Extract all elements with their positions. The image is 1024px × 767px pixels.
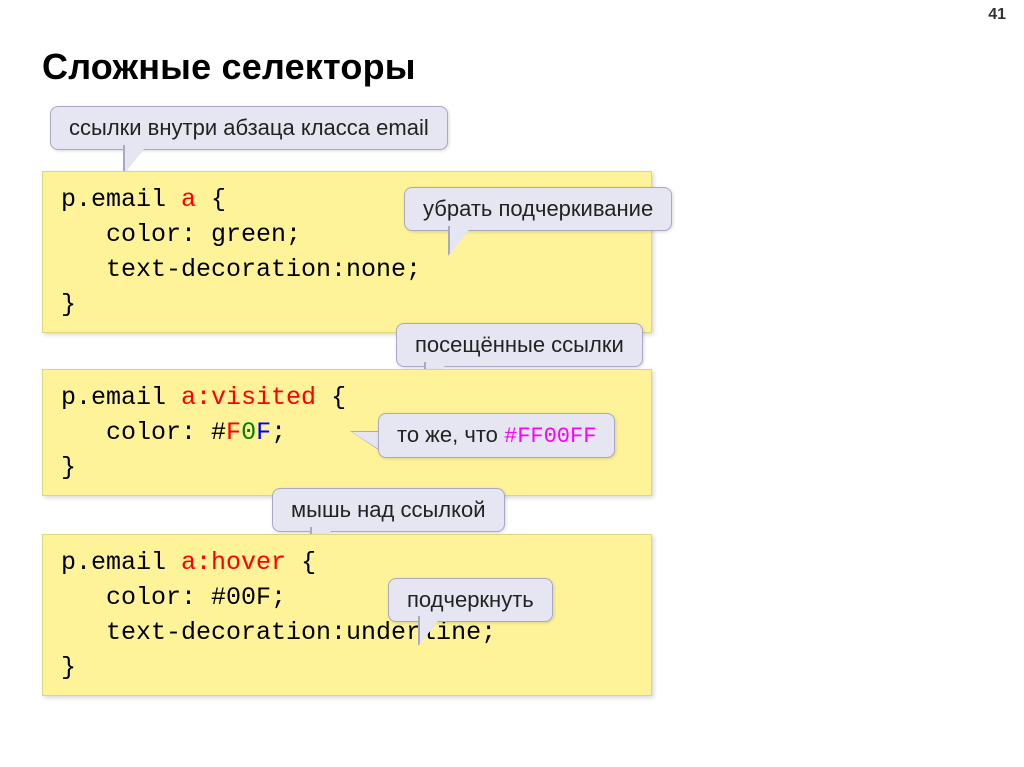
code-block-3: p.email a:hover { color: #00F; text-deco… (42, 534, 652, 696)
callout-underline: подчеркнуть (388, 578, 553, 622)
code-text: } (61, 453, 76, 482)
callout-links-inside-paragraph: ссылки внутри абзаца класса email (50, 106, 448, 150)
callout-tail (450, 226, 472, 254)
callout-hex-code: #FF00FF (504, 424, 596, 449)
code-selector-a: a (181, 185, 196, 214)
slide: 41 Сложные селекторы ссылки внутри абзац… (0, 0, 1024, 767)
code-hex-g: 0 (241, 418, 256, 447)
callout-visited-links: посещённые ссылки (396, 323, 643, 367)
callout-tail (352, 432, 380, 450)
code-text: } (61, 290, 76, 319)
callout-same-as-ff00ff: то же, что #FF00FF (378, 413, 615, 458)
code-text: color: (61, 418, 211, 447)
callout-text: посещённые ссылки (415, 332, 624, 357)
code-selector-visited: a:visited (181, 383, 316, 412)
code-selector-hover: a:hover (181, 548, 286, 577)
code-text: { (196, 185, 226, 214)
code-text: p.email (61, 548, 181, 577)
callout-text: ссылки внутри абзаца класса email (69, 115, 429, 140)
code-text: { (316, 383, 346, 412)
code-hex-b: F (256, 418, 271, 447)
callout-remove-underline: убрать подчеркивание (404, 187, 672, 231)
callout-text-prefix: то же, что (397, 422, 504, 447)
code-text: p.email (61, 185, 181, 214)
callout-tail (125, 145, 147, 173)
code-text: ; (271, 418, 286, 447)
slide-title: Сложные селекторы (42, 46, 416, 88)
callout-mouse-over-link: мышь над ссылкой (272, 488, 505, 532)
code-hex-r: F (226, 418, 241, 447)
callout-tail (420, 616, 442, 644)
code-text: text-decoration:none; (61, 255, 421, 284)
code-text: { (286, 548, 316, 577)
code-text: p.email (61, 383, 181, 412)
callout-text: подчеркнуть (407, 587, 534, 612)
code-hash: # (211, 418, 226, 447)
code-text: color: #00F; (61, 583, 286, 612)
callout-text: мышь над ссылкой (291, 497, 486, 522)
callout-text: убрать подчеркивание (423, 196, 653, 221)
code-text: } (61, 653, 76, 682)
code-text: color: green; (61, 220, 301, 249)
page-number: 41 (988, 6, 1006, 24)
